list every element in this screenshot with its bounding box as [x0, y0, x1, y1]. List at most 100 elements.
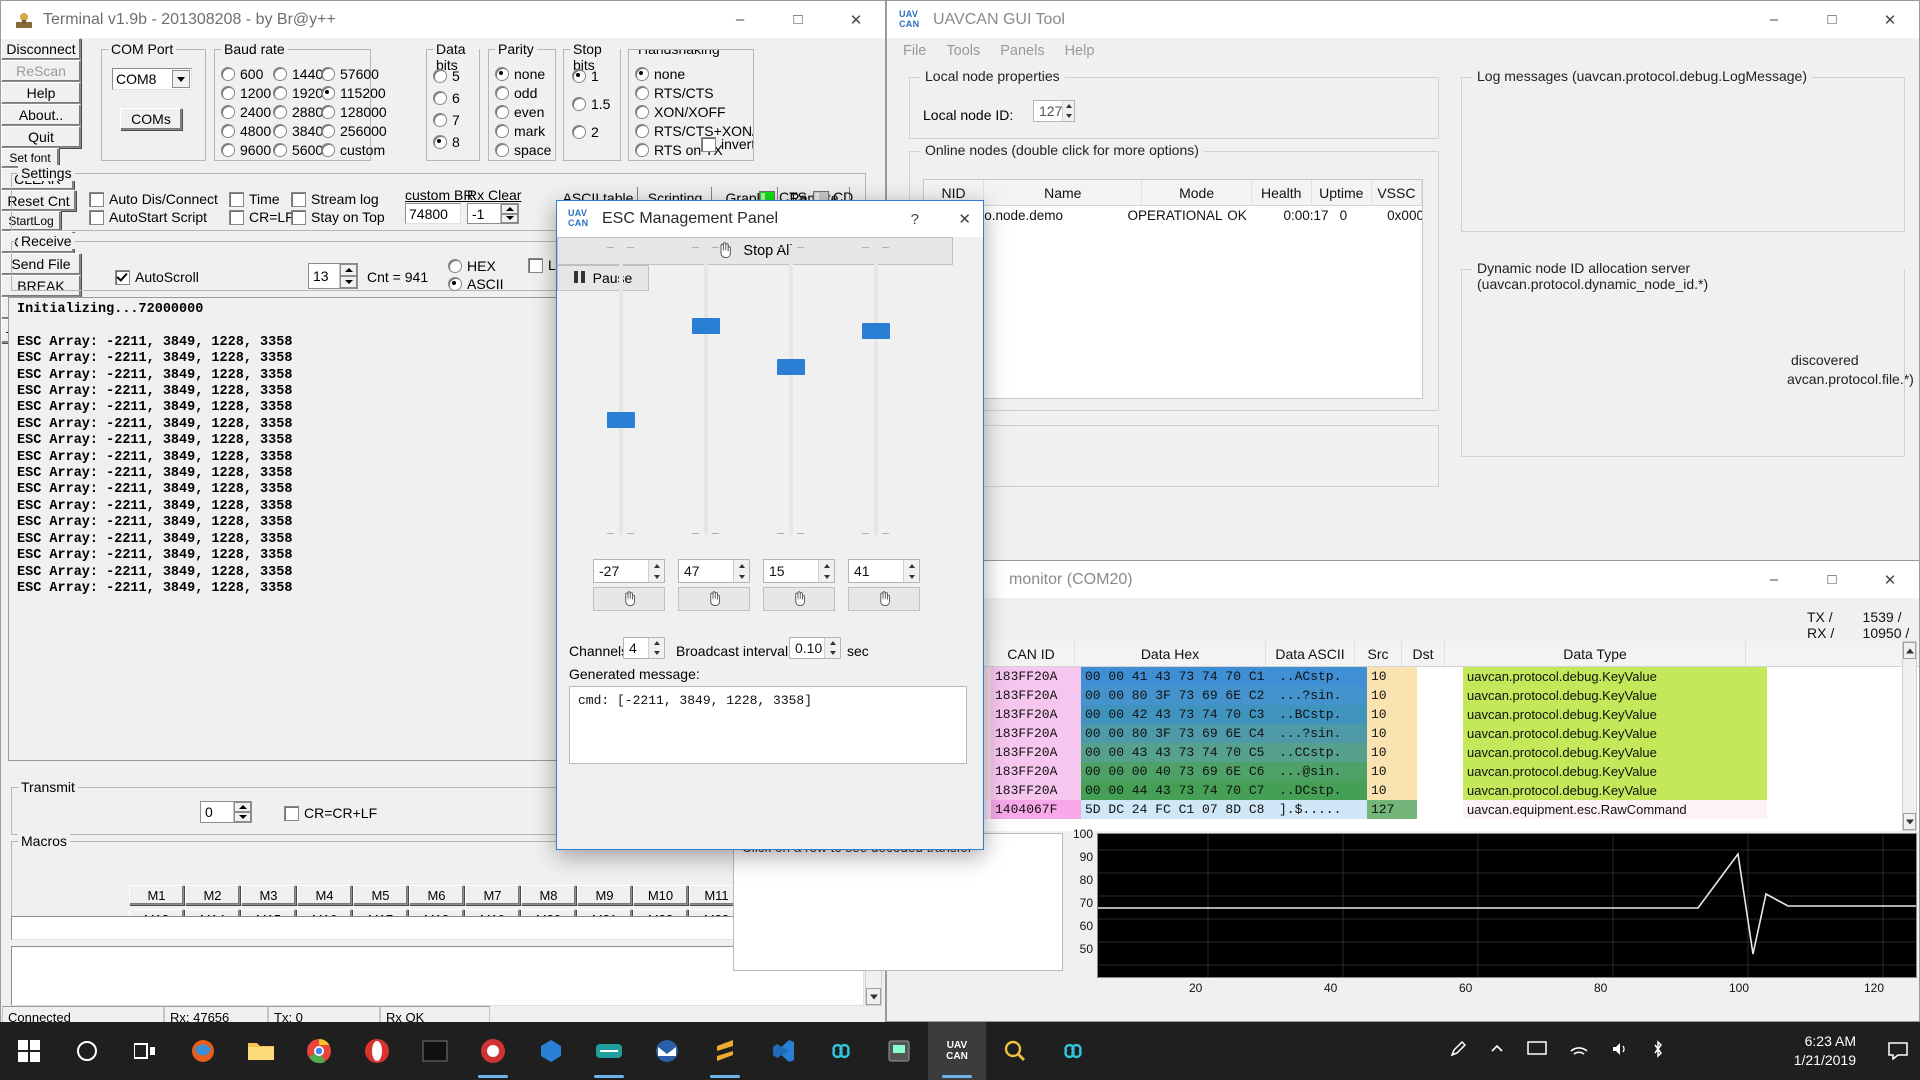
bluetooth-icon[interactable]	[1651, 1040, 1665, 1063]
can-col-data-hex[interactable]: Data Hex	[1075, 641, 1266, 666]
channels-spinner[interactable]: 4	[623, 637, 665, 659]
terminal-maximize-button[interactable]: □	[769, 1, 827, 38]
task-view-icon[interactable]	[116, 1022, 174, 1080]
can-col-src[interactable]: Src	[1355, 641, 1402, 666]
esc-value-spinner-0[interactable]: -27	[593, 559, 665, 583]
uavcan-gui-icon[interactable]: UAVCAN	[928, 1022, 986, 1080]
ascii-radio[interactable]: ASCII	[448, 276, 504, 292]
can-col-can-id[interactable]: CAN ID	[988, 641, 1075, 666]
slider-handle-0[interactable]	[607, 412, 635, 428]
uavcan-close-button[interactable]: ✕	[1861, 1, 1919, 38]
broadcast-interval-spinner[interactable]: 0.10	[789, 637, 841, 659]
start-button[interactable]	[0, 1022, 58, 1080]
network-icon[interactable]	[1569, 1041, 1589, 1062]
notification-icon[interactable]	[1888, 1022, 1908, 1080]
menu-panels[interactable]: Panels	[1000, 43, 1044, 59]
macro-button-m3[interactable]: M3	[241, 885, 296, 905]
macro-button-m6[interactable]: M6	[409, 885, 464, 905]
online-node-col-name[interactable]: Name	[984, 180, 1142, 205]
terminal-minimize-button[interactable]: –	[711, 1, 769, 38]
invert-checkbox[interactable]: invert	[701, 136, 754, 152]
esc-close-button[interactable]: ✕	[958, 201, 971, 237]
transmit-delay-spinner[interactable]: 0	[200, 801, 252, 823]
slider-track[interactable]	[619, 245, 623, 535]
baud-radio-2400[interactable]: 2400	[221, 104, 271, 120]
disconnect-button[interactable]: Disconnect	[1, 38, 81, 60]
can-col-data-type[interactable]: Data Type	[1445, 641, 1746, 666]
autoscroll-checkbox[interactable]: AutoScroll	[115, 269, 199, 285]
can-monitor-minimize-button[interactable]: –	[1745, 561, 1803, 598]
krita-icon[interactable]	[464, 1022, 522, 1080]
receive-cnt-spinner[interactable]: 13	[308, 263, 358, 289]
receive-cnt-arrows[interactable]	[339, 264, 357, 288]
terminal-close-button[interactable]: ✕	[827, 1, 885, 38]
baud-radio-600[interactable]: 600	[221, 66, 263, 82]
esc-value-arrows[interactable]	[648, 560, 664, 582]
coms-button[interactable]: COMs	[120, 108, 182, 130]
arduino-icon[interactable]	[580, 1022, 638, 1080]
device-icon[interactable]	[870, 1022, 928, 1080]
baud-radio-115200[interactable]: 115200	[321, 85, 386, 101]
data-bits-radio-7[interactable]: 7	[433, 112, 460, 128]
table-row[interactable]: :37.664981183FF20A00 00 80 3F 73 69 6E C…	[887, 724, 1919, 743]
macro-button-m7[interactable]: M7	[465, 885, 520, 905]
settings-check-2[interactable]: Time	[229, 191, 280, 207]
local-node-id-spinner[interactable]: 127	[1033, 100, 1075, 122]
esc-value-arrows[interactable]	[733, 560, 749, 582]
slider-handle-2[interactable]	[777, 359, 805, 375]
table-row[interactable]: :37.696898183FF20A00 00 44 43 73 74 70 C…	[887, 781, 1919, 800]
handshaking-radio-1[interactable]: RTS/CTS	[635, 85, 714, 101]
vscode-icon[interactable]	[754, 1022, 812, 1080]
decoded-transfer-panel[interactable]: Click on a row to see decoded transfer	[733, 833, 1063, 971]
table-row[interactable]: :37.696898183FF20A00 00 00 40 73 69 6E C…	[887, 762, 1919, 781]
settings-check-5[interactable]: Stay on Top	[291, 209, 385, 225]
can-table-scrollbar[interactable]	[1902, 641, 1917, 831]
quit-button[interactable]: Quit	[1, 126, 81, 148]
baud-radio-1200[interactable]: 1200	[221, 85, 271, 101]
firefox-icon[interactable]	[174, 1022, 232, 1080]
esc-value-spinner-2[interactable]: 15	[763, 559, 835, 583]
esc-hand-button-1[interactable]	[678, 587, 750, 611]
data-bits-radio-8[interactable]: 8	[433, 134, 460, 150]
data-bits-radio-6[interactable]: 6	[433, 90, 460, 106]
online-nodes-table[interactable]: NIDNameModeHealthUptimeVSSC o.node.demoO…	[923, 179, 1423, 399]
broadcast-interval-arrows[interactable]	[824, 638, 840, 658]
settings-check-1[interactable]: AutoStart Script	[89, 209, 207, 225]
esc-hand-button-2[interactable]	[763, 587, 835, 611]
hex-radio[interactable]: HEX	[448, 258, 496, 274]
blender-icon[interactable]	[522, 1022, 580, 1080]
macro-button-m10[interactable]: M10	[633, 885, 688, 905]
data-bits-radio-5[interactable]: 5	[433, 68, 460, 84]
infinity-teal-icon[interactable]	[1044, 1022, 1102, 1080]
esc-value-arrows[interactable]	[818, 560, 834, 582]
pen-icon[interactable]	[1449, 1040, 1467, 1063]
esc-value-spinner-3[interactable]: 41	[848, 559, 920, 583]
black-window-icon[interactable]	[406, 1022, 464, 1080]
esc-hand-button-3[interactable]	[848, 587, 920, 611]
stop-bits-radio-2[interactable]: 2	[572, 124, 599, 140]
settings-check-4[interactable]: Stream log	[291, 191, 379, 207]
online-node-col-mode[interactable]: Mode	[1142, 180, 1251, 205]
online-node-col-uptime[interactable]: Uptime	[1312, 180, 1372, 205]
macro-button-m4[interactable]: M4	[297, 885, 352, 905]
generated-message-box[interactable]: cmd: [-2211, 3849, 1228, 3358]	[569, 686, 967, 764]
stop-bits-radio-1[interactable]: 1	[572, 68, 599, 84]
table-row[interactable]: o.node.demoOPERATIONALOK0:00:1700x0000	[924, 206, 1422, 225]
menu-help[interactable]: Help	[1065, 43, 1095, 59]
slider-track[interactable]	[789, 245, 793, 535]
parity-radio-even[interactable]: even	[495, 104, 544, 120]
taskbar-clock[interactable]: 6:23 AM 1/21/2019	[1794, 1022, 1864, 1080]
can-scroll-up-icon[interactable]	[1903, 642, 1916, 659]
rescan-button[interactable]: ReScan	[1, 60, 81, 82]
parity-radio-mark[interactable]: mark	[495, 123, 545, 139]
about-button[interactable]: About..	[1, 104, 81, 126]
uavcan-minimize-button[interactable]: –	[1745, 1, 1803, 38]
macro-button-m5[interactable]: M5	[353, 885, 408, 905]
custom-br-field[interactable]: 74800	[405, 203, 461, 224]
can-scroll-down-icon[interactable]	[1903, 813, 1916, 830]
infinity-icon[interactable]	[812, 1022, 870, 1080]
online-node-col-health[interactable]: Health	[1252, 180, 1312, 205]
file-explorer-icon[interactable]	[232, 1022, 290, 1080]
can-col-dst[interactable]: Dst	[1402, 641, 1445, 666]
baud-radio-128000[interactable]: 128000	[321, 104, 387, 120]
